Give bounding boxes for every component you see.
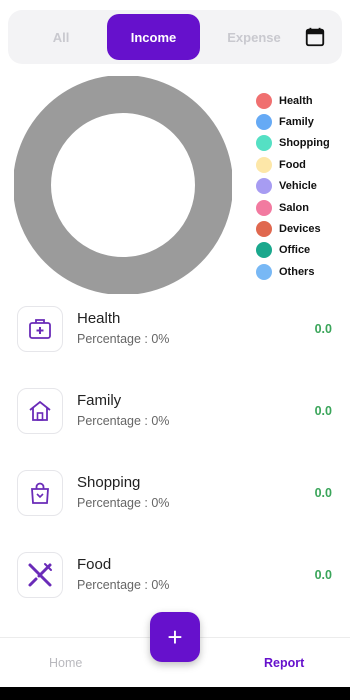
- legend-swatch: [256, 114, 272, 131]
- legend-item-food: Food: [256, 154, 330, 175]
- chart-legend: Health Family Shopping Food Vehicle Salon Devi…: [256, 90, 330, 283]
- legend-swatch: [256, 135, 272, 152]
- category-title: Shopping: [77, 474, 141, 491]
- legend-label: Office: [279, 244, 311, 257]
- legend-label: Shopping: [279, 137, 330, 150]
- tab-all[interactable]: All: [16, 14, 106, 60]
- legend-label: Family: [279, 116, 314, 129]
- segment-control: All Income Expense: [8, 10, 342, 64]
- category-amount: 0.0: [314, 568, 332, 582]
- home-icon: [17, 388, 63, 434]
- legend-swatch: [256, 92, 272, 109]
- legend-swatch: [256, 263, 272, 280]
- first-aid-kit-icon: [17, 306, 63, 352]
- category-amount: 0.0: [314, 486, 332, 500]
- legend-item-shopping: Shopping: [256, 133, 330, 154]
- tab-expense[interactable]: Expense: [208, 14, 300, 60]
- category-amount: 0.0: [314, 322, 332, 336]
- legend-item-office: Office: [256, 240, 330, 261]
- legend-label: Devices: [279, 223, 321, 236]
- category-percentage: Percentage : 0%: [77, 332, 170, 346]
- legend-swatch: [256, 199, 272, 216]
- legend-label: Vehicle: [279, 180, 317, 193]
- legend-item-others: Others: [256, 261, 330, 282]
- donut-empty-ring: [13, 75, 233, 295]
- list-item-family[interactable]: Family Percentage : 0% 0.0: [0, 382, 350, 442]
- category-percentage: Percentage : 0%: [77, 414, 170, 428]
- list-item-shopping[interactable]: Shopping Percentage : 0% 0.0: [0, 464, 350, 524]
- legend-swatch: [256, 221, 272, 238]
- legend-swatch: [256, 242, 272, 259]
- system-bar: [0, 687, 350, 700]
- legend-label: Salon: [279, 201, 309, 214]
- legend-item-vehicle: Vehicle: [256, 176, 330, 197]
- legend-item-devices: Devices: [256, 218, 330, 239]
- list-item-food[interactable]: Food Percentage : 0% 0.0: [0, 546, 350, 606]
- category-percentage: Percentage : 0%: [77, 578, 170, 592]
- category-title: Health: [77, 310, 121, 327]
- category-amount: 0.0: [314, 404, 332, 418]
- legend-swatch: [256, 178, 272, 195]
- donut-chart: [13, 75, 233, 295]
- legend-swatch: [256, 156, 272, 173]
- nav-home[interactable]: Home: [49, 656, 82, 670]
- fork-knife-icon: [17, 552, 63, 598]
- list-item-health[interactable]: Health Percentage : 0% 0.0: [0, 300, 350, 360]
- shopping-bag-icon: [17, 470, 63, 516]
- legend-item-salon: Salon: [256, 197, 330, 218]
- legend-label: Health: [279, 94, 313, 107]
- add-button[interactable]: +: [150, 612, 200, 662]
- category-title: Family: [77, 392, 122, 409]
- legend-item-family: Family: [256, 111, 330, 132]
- legend-item-health: Health: [256, 90, 330, 111]
- legend-label: Others: [279, 265, 315, 278]
- calendar-icon[interactable]: [304, 26, 326, 48]
- nav-report[interactable]: Report: [264, 656, 304, 670]
- legend-label: Food: [279, 158, 306, 171]
- tab-income[interactable]: Income: [107, 14, 200, 60]
- category-title: Food: [77, 556, 112, 573]
- category-percentage: Percentage : 0%: [77, 496, 170, 510]
